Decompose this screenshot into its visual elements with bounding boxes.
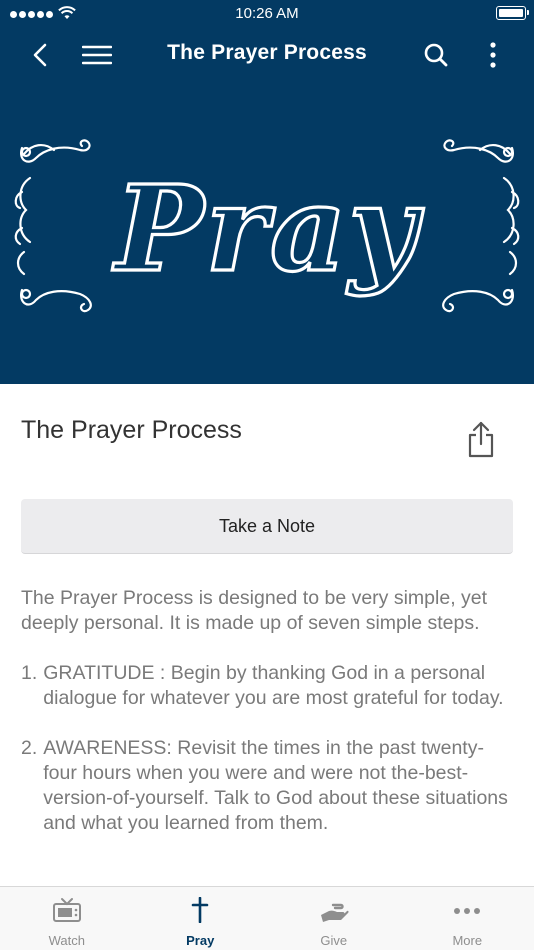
status-bar: 10:26 AM bbox=[0, 0, 534, 28]
page-title: The Prayer Process bbox=[21, 416, 242, 444]
take-a-note-button[interactable]: Take a Note bbox=[21, 499, 513, 554]
search-button[interactable] bbox=[416, 36, 456, 74]
search-icon bbox=[424, 43, 448, 67]
tab-label: Watch bbox=[48, 933, 85, 948]
status-time: 10:26 AM bbox=[235, 5, 299, 22]
list-item: 2. AWARENESS: Revisit the times in the p… bbox=[21, 736, 517, 836]
right-flourish-ornament bbox=[442, 139, 520, 313]
step-number: 1. bbox=[21, 662, 38, 684]
chevron-left-icon bbox=[33, 43, 47, 67]
tab-label: More bbox=[452, 933, 483, 948]
vertical-dots-icon bbox=[490, 42, 496, 68]
tab-bar: Watch Pray Give More bbox=[0, 886, 534, 950]
left-flourish-ornament bbox=[14, 139, 92, 313]
header-area: 10:26 AM The Prayer Process Pray bbox=[0, 0, 534, 384]
tab-pray[interactable]: Pray bbox=[134, 887, 268, 950]
more-options-button[interactable] bbox=[473, 36, 513, 74]
navigation-bar: The Prayer Process bbox=[0, 28, 534, 82]
pray-script-word: Pray bbox=[112, 159, 424, 298]
share-button[interactable] bbox=[463, 420, 499, 460]
tab-watch[interactable]: Watch bbox=[0, 887, 134, 950]
intro-paragraph: The Prayer Process is designed to be ver… bbox=[21, 587, 488, 634]
battery-icon bbox=[496, 6, 529, 20]
tab-label: Pray bbox=[186, 933, 215, 948]
list-item: 1. GRATITUDE : Begin by thanking God in … bbox=[21, 661, 517, 711]
step-text: GRATITUDE : Begin by thanking God in a p… bbox=[43, 662, 504, 709]
content-header: The Prayer Process bbox=[0, 384, 534, 484]
article-body: The Prayer Process is designed to be ver… bbox=[21, 586, 517, 861]
back-button[interactable] bbox=[20, 36, 60, 74]
step-text: AWARENESS: Revisit the times in the past… bbox=[43, 737, 508, 834]
nav-title: The Prayer Process bbox=[167, 41, 367, 64]
tab-give[interactable]: Give bbox=[267, 887, 401, 950]
step-number: 2. bbox=[21, 737, 38, 759]
pray-hero-image: Pray bbox=[14, 139, 520, 313]
menu-button[interactable] bbox=[77, 36, 117, 74]
tv-icon bbox=[52, 898, 81, 922]
cross-icon bbox=[191, 897, 209, 923]
tab-label: Give bbox=[320, 933, 348, 948]
share-icon bbox=[468, 421, 494, 458]
tab-more[interactable]: More bbox=[401, 887, 534, 950]
more-dots-icon bbox=[454, 908, 481, 914]
hamburger-menu-icon bbox=[82, 45, 112, 65]
giving-hand-icon bbox=[320, 903, 349, 922]
